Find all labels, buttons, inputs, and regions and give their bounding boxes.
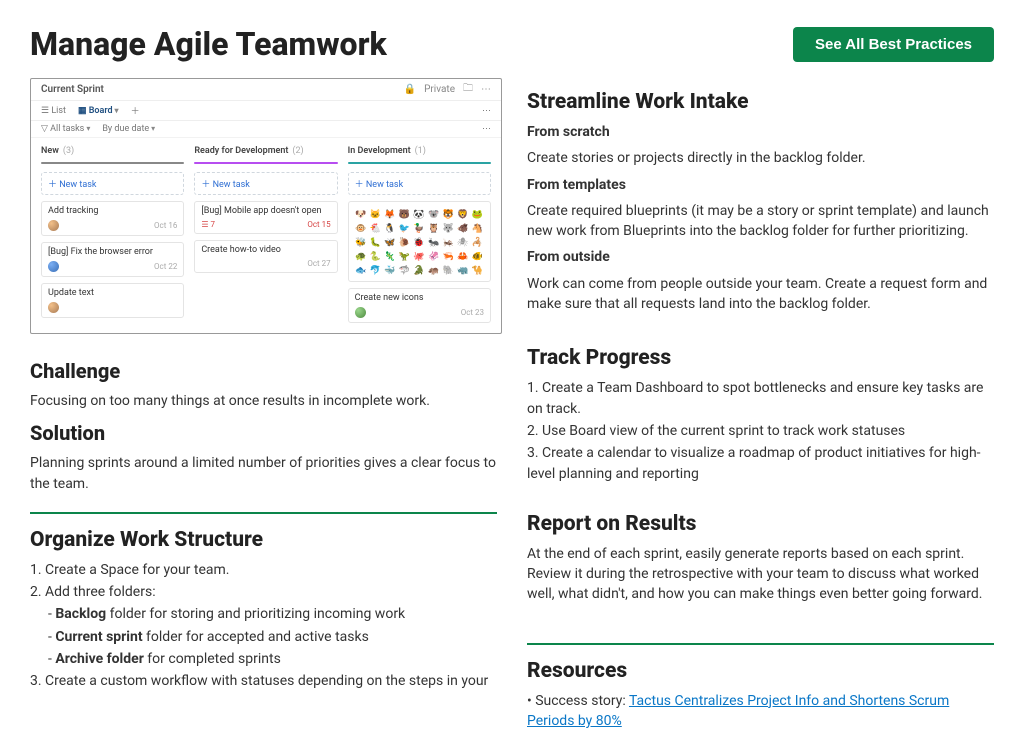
list-item: 1. Create a Team Dashboard to spot bottl… (527, 378, 994, 419)
card-date: Oct 16 (154, 221, 177, 230)
page-title: Manage Agile Teamwork (30, 25, 387, 63)
card-subtask: 7 (210, 220, 215, 229)
tab-board-label: Board (89, 106, 113, 116)
folder-icon: 🗀 (463, 81, 473, 98)
list-item: 2. Add three folders: (30, 582, 497, 602)
from-scratch-sub: From scratch (527, 122, 994, 142)
card-title: Create how-to video (201, 245, 330, 255)
section-divider (527, 643, 994, 645)
list-item: - Archive folder for completed sprints (30, 649, 497, 669)
lane-indev-title: In Development (348, 146, 411, 156)
new-task-label: New task (213, 180, 250, 190)
tab-list[interactable]: ☰ List (41, 106, 66, 116)
from-outside-text: Work can come from people outside your t… (527, 274, 994, 315)
new-task-label: New task (59, 180, 96, 190)
list-item: 3. Create a custom workflow with statuse… (30, 671, 497, 691)
icon-grid: 🐶🐱🦊🐻🐼🐨🐯🦁🐸 🐵🐔🐧🐦🦆🦉🐺🐗🐴 🐝🐛🦋🐌🐞🐜🦗🕷🦂 🐢🐍🦎🦖🐙🦑🦐🦀🐠 … (355, 209, 484, 277)
avatar-icon (48, 302, 59, 313)
lane-ready: Ready for Development (2) ＋ New task [Bu… (194, 146, 337, 323)
section-divider (30, 512, 497, 514)
see-all-button[interactable]: See All Best Practices (793, 27, 994, 62)
lane-new: New (3) ＋ New task Add tracking Oct 16 [… (41, 146, 184, 323)
report-text: At the end of each sprint, easily genera… (527, 544, 994, 605)
add-tab-icon[interactable]: ＋ (131, 104, 140, 117)
from-templates-sub: From templates (527, 175, 994, 195)
filter-alltasks[interactable]: ▽ All tasks (41, 124, 90, 134)
new-task-label: New task (366, 180, 403, 190)
card-title: Create new icons (355, 293, 484, 303)
resources-heading: Resources (527, 659, 994, 683)
avatar-icon (48, 220, 59, 231)
card[interactable]: Add tracking Oct 16 (41, 201, 184, 236)
lane-indev-count: (1) (415, 146, 426, 156)
avatar-icon (355, 307, 366, 318)
card-date: Oct 23 (461, 308, 484, 317)
from-outside-sub: From outside (527, 247, 994, 267)
card-title: Add tracking (48, 206, 177, 216)
lane-new-title: New (41, 146, 59, 156)
privacy-icon: 🔒 (404, 84, 416, 95)
card[interactable]: Create how-to video Oct 27 (194, 240, 337, 273)
tab-board[interactable]: ▦ Board (78, 106, 119, 116)
card[interactable]: [Bug] Fix the browser error Oct 22 (41, 242, 184, 277)
card-title: [Bug] Mobile app doesn't open (201, 206, 330, 216)
lane-ready-count: (2) (292, 146, 303, 156)
mockup-title: Current Sprint (41, 84, 104, 95)
card[interactable]: Update text (41, 283, 184, 318)
streamline-heading: Streamline Work Intake (527, 90, 994, 114)
list-item: 2. Use Board view of the current sprint … (527, 421, 994, 441)
toolbar-more-icon[interactable]: ⋯ (482, 106, 491, 116)
new-task-button[interactable]: ＋ New task (194, 172, 337, 195)
page-header: Manage Agile Teamwork See All Best Pract… (15, 15, 1009, 78)
list-item: 3. Create a calendar to visualize a road… (527, 443, 994, 484)
filter-duedate[interactable]: By due date (102, 124, 155, 134)
track-heading: Track Progress (527, 346, 994, 370)
privacy-label: Private (424, 84, 455, 95)
organize-heading: Organize Work Structure (30, 528, 497, 552)
filter-more-icon[interactable]: ⋯ (482, 124, 491, 134)
right-column: Streamline Work Intake From scratch Crea… (527, 78, 994, 737)
tab-list-label: List (51, 106, 66, 116)
challenge-heading: Challenge (30, 359, 497, 383)
card-date: Oct 22 (154, 262, 177, 271)
left-column: Current Sprint 🔒 Private 🗀 ⋯ ☰ List ▦ Bo… (30, 78, 497, 737)
card[interactable]: Create new icons Oct 23 (348, 288, 491, 323)
lane-new-count: (3) (63, 146, 74, 156)
card-title: Update text (48, 288, 177, 298)
challenge-text: Focusing on too many things at once resu… (30, 391, 497, 411)
card[interactable]: [Bug] Mobile app doesn't open ☰ 7Oct 15 (194, 201, 337, 234)
new-task-button[interactable]: ＋ New task (348, 172, 491, 195)
list-item: - Backlog folder for storing and priorit… (30, 604, 497, 624)
filter-alltasks-label: All tasks (50, 124, 84, 134)
solution-text: Planning sprints around a limited number… (30, 453, 497, 494)
list-item: - Current sprint folder for accepted and… (30, 627, 497, 647)
new-task-button[interactable]: ＋ New task (41, 172, 184, 195)
card-title: [Bug] Fix the browser error (48, 247, 177, 257)
from-scratch-text: Create stories or projects directly in t… (527, 148, 994, 168)
report-heading: Report on Results (527, 512, 994, 536)
more-icon: ⋯ (481, 84, 491, 95)
list-item: 1. Create a Space for your team. (30, 560, 497, 580)
card-date: Oct 27 (307, 259, 330, 268)
avatar-icon (48, 261, 59, 272)
solution-heading: Solution (30, 421, 497, 445)
lane-indev: In Development (1) ＋ New task 🐶🐱🦊🐻🐼🐨🐯🦁🐸 … (348, 146, 491, 323)
kanban-mockup: Current Sprint 🔒 Private 🗀 ⋯ ☰ List ▦ Bo… (30, 78, 502, 334)
resource-item: • Success story: Tactus Centralizes Proj… (527, 691, 994, 732)
from-templates-text: Create required blueprints (it may be a … (527, 201, 994, 242)
card-date: Oct 15 (307, 220, 330, 229)
lane-ready-title: Ready for Development (194, 146, 288, 156)
card-icons[interactable]: 🐶🐱🦊🐻🐼🐨🐯🦁🐸 🐵🐔🐧🐦🦆🦉🐺🐗🐴 🐝🐛🦋🐌🐞🐜🦗🕷🦂 🐢🐍🦎🦖🐙🦑🦐🦀🐠 … (348, 201, 491, 282)
